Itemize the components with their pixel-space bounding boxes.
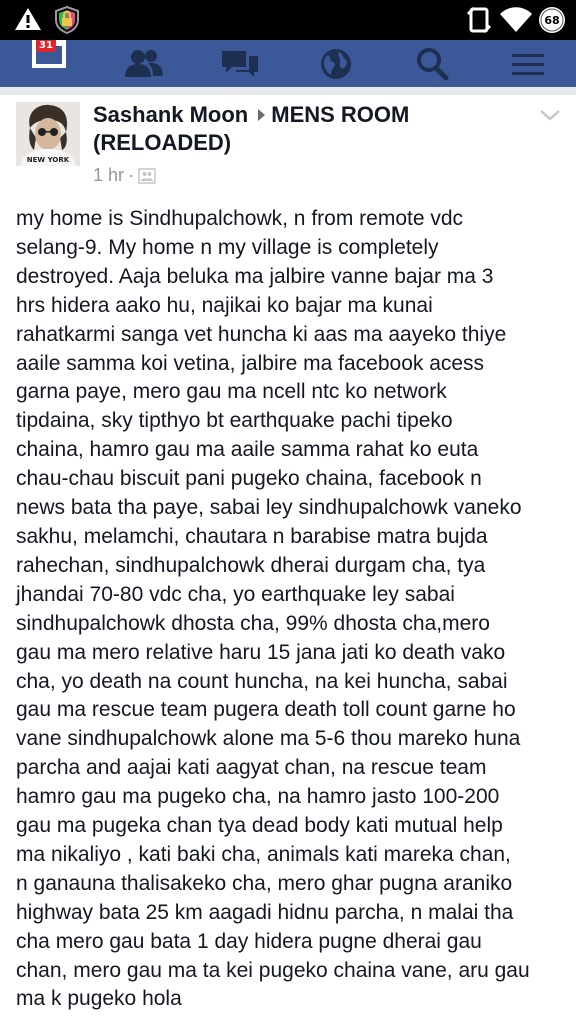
calendar-button[interactable]: 31 xyxy=(0,40,96,87)
messages-icon xyxy=(222,50,258,77)
audience-group-icon xyxy=(138,167,156,184)
post-timestamp[interactable]: 1 hr xyxy=(93,165,124,186)
post-body-line: rahechan, sindhupalchowk dherai durgam c… xyxy=(16,553,486,577)
post-body-line: ma k pugeko hola xyxy=(16,987,182,1011)
feed-separator xyxy=(0,87,576,95)
chevron-down-icon[interactable] xyxy=(538,107,562,123)
post-body-line: chaina, hamro gau ma aaile samma rahat k… xyxy=(16,438,479,462)
globe-icon xyxy=(321,48,351,79)
post-body-line: hamro gau ma pugeko cha, na hamro jasto … xyxy=(16,785,500,809)
post-body-line: chan, mero gau ma ta kei pugeko chaina v… xyxy=(16,958,530,982)
post-body-line: selang-9. My home n my village is comple… xyxy=(16,235,439,259)
messages-button[interactable] xyxy=(192,40,288,87)
menu-icon xyxy=(512,53,544,75)
post-body-line: parcha and aajai kati aagyat chan, na re… xyxy=(16,756,487,780)
post-body-line: my home is Sindhupalchowk, n from remote… xyxy=(16,207,464,230)
post-header: Sashank Moon MENS ROOM (RELOADED) xyxy=(93,101,523,157)
post-body-line: vane sindhupalchowk alone ma 5-6 thou ma… xyxy=(16,727,521,751)
vpn-lock-icon xyxy=(54,5,80,38)
search-icon xyxy=(417,47,449,80)
post-body-text: my home is Sindhupalchowk, n from remote… xyxy=(16,205,564,1014)
screen-rotation-icon xyxy=(466,6,492,38)
wifi-icon xyxy=(499,6,533,38)
group-name[interactable]: MENS ROOM xyxy=(271,102,409,127)
status-bar: 68 xyxy=(0,0,576,40)
post-meta: 1 hr · xyxy=(93,165,156,186)
post-body-line: sindhupalchowk dhosta cha, 99% dhosta ch… xyxy=(16,611,490,635)
battery-level: 68 xyxy=(544,13,560,27)
post-body-line: sakhu, melamchi, chautara n barabise mat… xyxy=(16,524,488,548)
notification-badge: 31 xyxy=(36,40,56,52)
post-body-line: aaile samma koi vetina, jalbire ma faceb… xyxy=(16,351,485,375)
battery-icon: 68 xyxy=(538,6,566,34)
top-nav-bar: 31 xyxy=(0,40,576,87)
post-body-line: chau-chau biscuit pani pugeko chaina, fa… xyxy=(16,467,482,491)
post-body-line: cha mero gau bata 1 day hidera pugne dhe… xyxy=(16,929,482,953)
author-name[interactable]: Sashank Moon xyxy=(93,102,248,127)
notifications-button[interactable] xyxy=(288,40,384,87)
arrow-right-icon xyxy=(258,109,266,122)
warning-icon xyxy=(14,6,42,36)
friends-icon xyxy=(125,49,163,77)
post-card: NEW YORK Sashank Moon MENS ROOM (RELOADED… xyxy=(0,95,576,1024)
group-name-suffix[interactable]: (RELOADED) xyxy=(93,130,231,155)
search-button[interactable] xyxy=(384,40,480,87)
post-body-line: gau ma rescue team pugera death toll cou… xyxy=(16,698,516,722)
menu-button[interactable] xyxy=(480,40,576,87)
meta-dot: · xyxy=(128,165,135,185)
post-body-line: garna paye, mero gau ma ncell ntc ko net… xyxy=(16,380,447,404)
friend-requests-button[interactable] xyxy=(96,40,192,87)
avatar[interactable]: NEW YORK xyxy=(16,102,80,166)
post-body-line: destroyed. Aaja beluka ma jalbire vanne … xyxy=(16,264,494,288)
post-body-line: gau ma mero relative haru 15 jana jati k… xyxy=(16,640,506,664)
post-body-line: hrs hidera aako hu, najikai ko bajar ma … xyxy=(16,293,433,317)
post-body-line: tipdaina, sky tipthyo bt earthquake pach… xyxy=(16,409,453,433)
post-body-line: jhandai 70-80 vdc cha, yo earthquake ley… xyxy=(16,582,455,606)
post-body-line: rahatkarmi sanga vet huncha ki aas ma aa… xyxy=(16,322,507,346)
post-body-line: cha, yo death na count huncha, na kei hu… xyxy=(16,669,508,693)
post-body-line: news bata tha paye, sabai ley sindhupalc… xyxy=(16,496,522,520)
post-body-line: gau ma pugeka chan tya dead body kati mu… xyxy=(16,814,503,838)
svg-text:NEW YORK: NEW YORK xyxy=(27,156,70,164)
post-body-line: n ganauna thalisakeko cha, mero ghar pug… xyxy=(16,871,513,895)
post-body-line: ma nikaliyo , kati baki cha, animals kat… xyxy=(16,842,511,866)
post-body-line: highway bata 25 km aagadi hidnu parcha, … xyxy=(16,900,514,924)
